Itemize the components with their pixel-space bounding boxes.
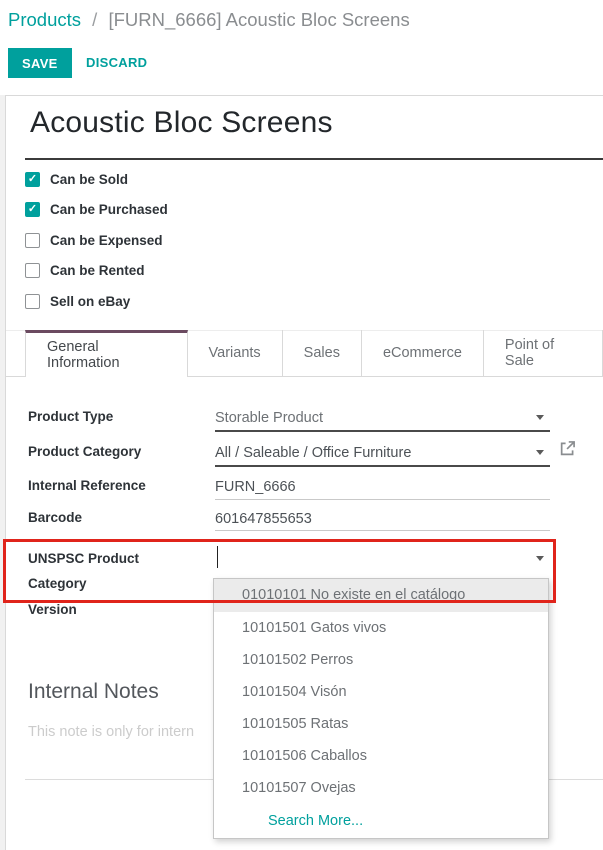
select-value: Storable Product	[215, 410, 323, 426]
checkbox-can-be-rented[interactable]	[25, 263, 40, 278]
checkbox-row: ✓ Can be Sold	[25, 171, 128, 187]
odoo-product-form: Products / [FURN_6666] Acoustic Bloc Scr…	[0, 0, 603, 850]
checkbox-label: Can be Expensed	[50, 233, 163, 248]
checkbox-can-be-sold[interactable]: ✓	[25, 172, 40, 187]
checkbox-row: Can be Expensed	[25, 232, 163, 248]
checkbox-row: Sell on eBay	[25, 293, 130, 309]
tab-sales[interactable]: Sales	[283, 330, 362, 376]
barcode-input[interactable]: 601647855653	[215, 507, 550, 531]
dropdown-option[interactable]: 10101501 Gatos vivos	[214, 612, 548, 644]
internal-notes-heading: Internal Notes	[28, 680, 159, 704]
text-cursor	[217, 546, 218, 568]
checkbox-can-be-purchased[interactable]: ✓	[25, 202, 40, 217]
field-label: Version	[28, 602, 203, 617]
checkbox-row: Can be Rented	[25, 262, 145, 278]
tab-variants[interactable]: Variants	[188, 330, 283, 376]
save-button[interactable]: SAVE	[8, 48, 72, 78]
internal-notes-textarea[interactable]: This note is only for intern	[28, 724, 194, 740]
checkbox-can-be-expensed[interactable]	[25, 233, 40, 248]
title-underline	[25, 158, 603, 160]
check-icon: ✓	[28, 204, 37, 215]
internal-reference-input[interactable]: FURN_6666	[215, 474, 550, 500]
select-value: All / Saleable / Office Furniture	[215, 445, 411, 461]
field-row-product-category: Product Category All / Saleable / Office…	[28, 439, 603, 467]
dropdown-option[interactable]: 10101505 Ratas	[214, 708, 548, 740]
field-label: Product Category	[28, 444, 203, 459]
checkbox-label: Can be Rented	[50, 263, 145, 278]
tab-point-of-sale[interactable]: Point of Sale	[484, 330, 603, 376]
checkbox-label: Sell on eBay	[50, 294, 130, 309]
discard-button[interactable]: DISCARD	[86, 55, 147, 70]
search-more-option[interactable]: Search More...	[214, 804, 548, 838]
product-title-input[interactable]: Acoustic Bloc Screens	[30, 106, 333, 140]
breadcrumb-products-link[interactable]: Products	[8, 9, 81, 30]
field-label: UNSPSC Product Category	[28, 546, 143, 596]
checkbox-label: Can be Purchased	[50, 202, 168, 217]
field-row-internal-reference: Internal Reference FURN_6666	[28, 474, 603, 500]
product-type-select[interactable]: Storable Product	[215, 404, 550, 432]
breadcrumb-current: [FURN_6666] Acoustic Bloc Screens	[108, 9, 409, 30]
external-link-icon[interactable]	[559, 440, 576, 457]
breadcrumb: Products / [FURN_6666] Acoustic Bloc Scr…	[8, 9, 410, 31]
chevron-down-icon	[536, 556, 544, 561]
chevron-down-icon	[536, 450, 544, 455]
field-row-barcode: Barcode 601647855653	[28, 507, 603, 531]
product-category-select[interactable]: All / Saleable / Office Furniture	[215, 439, 550, 467]
breadcrumb-separator: /	[86, 9, 103, 30]
dropdown-option[interactable]: 10101507 Ovejas	[214, 772, 548, 804]
checkbox-row: ✓ Can be Purchased	[25, 201, 168, 217]
chevron-down-icon	[536, 415, 544, 420]
tab-general-information[interactable]: General Information	[25, 330, 188, 377]
checkbox-sell-on-ebay[interactable]	[25, 294, 40, 309]
dropdown-option[interactable]: 10101502 Perros	[214, 644, 548, 676]
field-label: Product Type	[28, 409, 203, 424]
dropdown-option[interactable]: 01010101 No existe en el catálogo	[214, 579, 548, 612]
unspsc-category-input[interactable]	[215, 544, 550, 572]
notebook-tabs: General Information Variants Sales eComm…	[6, 330, 603, 377]
unspsc-autocomplete-dropdown: 01010101 No existe en el catálogo 101015…	[213, 578, 549, 839]
field-row-product-type: Product Type Storable Product	[28, 404, 603, 432]
tab-ecommerce[interactable]: eCommerce	[362, 330, 484, 376]
dropdown-option[interactable]: 10101504 Visón	[214, 676, 548, 708]
dropdown-option[interactable]: 10101506 Caballos	[214, 740, 548, 772]
check-icon: ✓	[28, 174, 37, 185]
field-label: Barcode	[28, 510, 203, 525]
checkbox-label: Can be Sold	[50, 172, 128, 187]
field-label: Internal Reference	[28, 478, 203, 493]
